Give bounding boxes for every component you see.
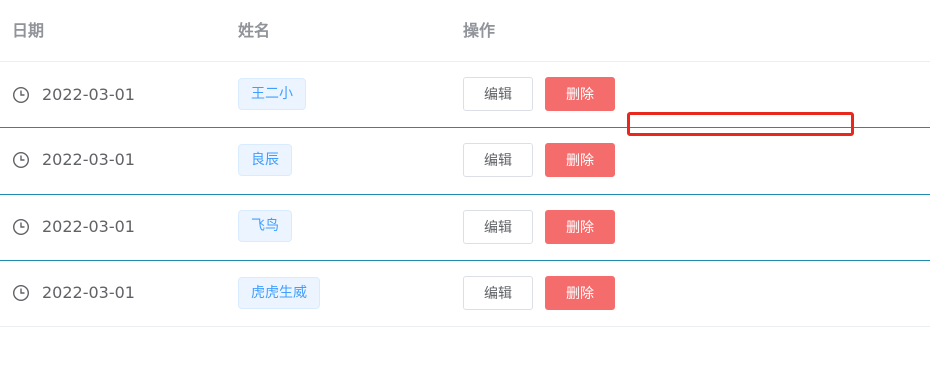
clock-icon (12, 284, 30, 302)
date-cell: 2022-03-01 (12, 149, 135, 171)
name-tag: 飞鸟 (238, 210, 292, 242)
delete-button[interactable]: 删除 (545, 143, 615, 177)
name-tag: 虎虎生威 (238, 277, 320, 309)
column-header-name: 姓名 (238, 21, 271, 40)
clock-icon (12, 86, 30, 104)
column-header-date: 日期 (12, 21, 45, 40)
clock-icon (12, 218, 30, 236)
date-cell: 2022-03-01 (12, 282, 135, 304)
highlight-annotation-box (627, 112, 854, 136)
edit-button[interactable]: 编辑 (463, 210, 533, 244)
name-tag: 良辰 (238, 144, 292, 176)
date-cell: 2022-03-01 (12, 216, 135, 238)
date-text: 2022-03-01 (42, 283, 135, 302)
date-text: 2022-03-01 (42, 150, 135, 169)
data-table: 日期 姓名 操作 2022-03-01 王二小 编辑 删除 2022-03-01… (0, 0, 930, 368)
delete-button[interactable]: 删除 (545, 210, 615, 244)
table-row: 2022-03-01 飞鸟 编辑 删除 (0, 195, 930, 261)
column-header-actions: 操作 (463, 21, 496, 40)
name-tag: 王二小 (238, 78, 306, 110)
edit-button[interactable]: 编辑 (463, 276, 533, 310)
date-text: 2022-03-01 (42, 217, 135, 236)
delete-button[interactable]: 删除 (545, 276, 615, 310)
table-header: 日期 姓名 操作 (0, 0, 930, 62)
clock-icon (12, 151, 30, 169)
delete-button[interactable]: 删除 (545, 77, 615, 111)
date-text: 2022-03-01 (42, 85, 135, 104)
table-row: 2022-03-01 虎虎生威 编辑 删除 (0, 261, 930, 327)
table-row: 2022-03-01 良辰 编辑 删除 (0, 128, 930, 195)
edit-button[interactable]: 编辑 (463, 77, 533, 111)
edit-button[interactable]: 编辑 (463, 143, 533, 177)
date-cell: 2022-03-01 (12, 84, 135, 106)
